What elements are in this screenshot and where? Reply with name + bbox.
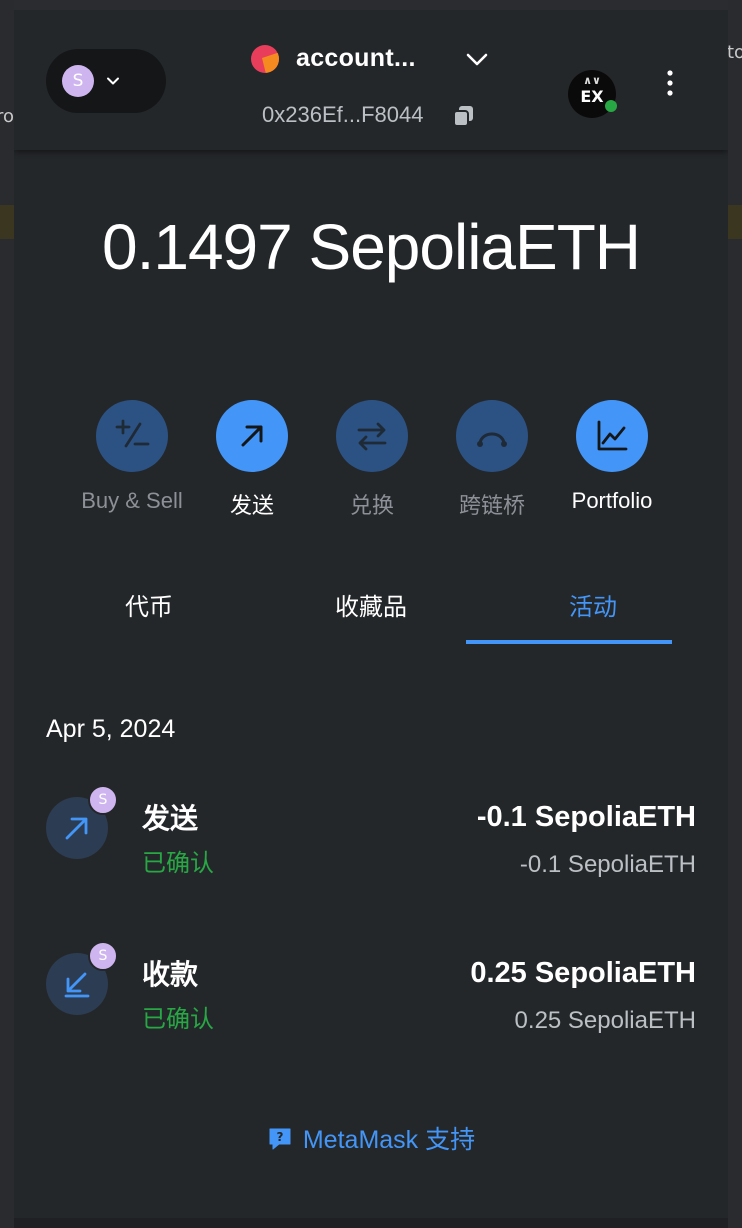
arrow-up-right-icon (65, 817, 88, 840)
activity-amount-secondary: -0.1 SepoliaETH (519, 851, 696, 878)
support-link[interactable]: ? MetaMask 支持 (14, 1120, 728, 1156)
chevron-down-icon (107, 77, 119, 85)
action-bar: Buy & Sell 发送 兑换 跨链桥 Portfolio (72, 400, 672, 540)
browser-background-text-right: to (727, 42, 742, 63)
tab-tokens[interactable]: 代币 (46, 580, 252, 646)
bridge-circle[interactable] (456, 400, 528, 472)
balance-amount: 0.1497 (101, 211, 293, 283)
network-avatar: S (62, 65, 94, 97)
browser-background-left (0, 0, 14, 1228)
account-name[interactable]: account... (296, 44, 416, 73)
app-header: S account... 0x236Ef...F8044 ∧∨ EX (14, 10, 728, 150)
svg-text:?: ? (276, 1130, 283, 1144)
portfolio-circle[interactable] (576, 400, 648, 472)
arrow-down-left-icon (64, 972, 90, 998)
buy-sell-button[interactable]: Buy & Sell (72, 400, 192, 514)
network-badge: S (88, 941, 118, 971)
browser-background-text-left: ro (0, 106, 15, 127)
metamask-popup: S account... 0x236Ef...F8044 ∧∨ EX 0.149… (14, 10, 728, 1218)
browser-background-stripe-right (728, 205, 742, 239)
send-button[interactable]: 发送 (192, 400, 312, 520)
buy-sell-label: Buy & Sell (81, 488, 183, 513)
account-chevron-down-icon[interactable] (464, 46, 490, 72)
activity-amount: -0.1 SepoliaETH (476, 801, 696, 833)
kebab-menu-icon[interactable] (662, 68, 678, 98)
activity-item-send[interactable]: S 发送 已确认 -0.1 SepoliaETH -0.1 SepoliaETH (46, 785, 696, 885)
browser-background-stripe-left (0, 205, 14, 239)
activity-icon-wrap: S (46, 941, 118, 1023)
activity-status: 已确认 (142, 849, 214, 877)
account-address[interactable]: 0x236Ef...F8044 (262, 102, 423, 128)
bridge-label: 跨链桥 (458, 493, 525, 518)
browser-background-right (728, 0, 742, 1228)
chart-icon (597, 420, 628, 451)
balance-currency: SepoliaETH (308, 211, 641, 283)
activity-status: 已确认 (142, 1005, 214, 1033)
swap-icon (357, 422, 387, 451)
swap-button[interactable]: 兑换 (312, 400, 432, 520)
network-picker-button[interactable]: S (46, 49, 166, 113)
activity-item-receive[interactable]: S 收款 已确认 0.25 SepoliaETH 0.25 SepoliaETH (46, 941, 696, 1041)
browser-tab-strip (0, 0, 742, 10)
balance-display: 0.1497 SepoliaETH (14, 210, 728, 284)
tab-activity[interactable]: 活动 (490, 580, 696, 646)
network-badge: S (88, 785, 118, 815)
bridge-icon (477, 432, 507, 447)
connection-status-dot (605, 100, 617, 112)
swap-circle[interactable] (336, 400, 408, 472)
portfolio-label: Portfolio (571, 488, 653, 513)
activity-date: Apr 5, 2024 (46, 715, 176, 743)
send-circle[interactable] (216, 400, 288, 472)
activity-title: 发送 (142, 802, 199, 835)
send-label: 发送 (229, 493, 274, 518)
tab-collectibles[interactable]: 收藏品 (268, 580, 474, 646)
plus-minus-icon (115, 419, 150, 448)
buy-sell-circle[interactable] (96, 400, 168, 472)
activity-amount-secondary: 0.25 SepoliaETH (514, 1007, 696, 1034)
active-tab-indicator (466, 640, 672, 644)
activity-icon-wrap: S (46, 785, 118, 867)
account-identicon-icon[interactable] (250, 44, 280, 74)
portfolio-button[interactable]: Portfolio (552, 400, 672, 514)
tab-bar: 代币 收藏品 活动 (38, 580, 704, 646)
activity-title: 收款 (142, 958, 199, 991)
activity-amount: 0.25 SepoliaETH (470, 957, 696, 989)
arrow-up-right-icon (241, 425, 263, 447)
copy-icon[interactable] (451, 103, 477, 129)
help-bubble-icon: ? (269, 1128, 291, 1150)
support-label[interactable]: MetaMask 支持 (303, 1126, 475, 1154)
bridge-button[interactable]: 跨链桥 (432, 400, 552, 520)
swap-label: 兑换 (349, 493, 394, 518)
